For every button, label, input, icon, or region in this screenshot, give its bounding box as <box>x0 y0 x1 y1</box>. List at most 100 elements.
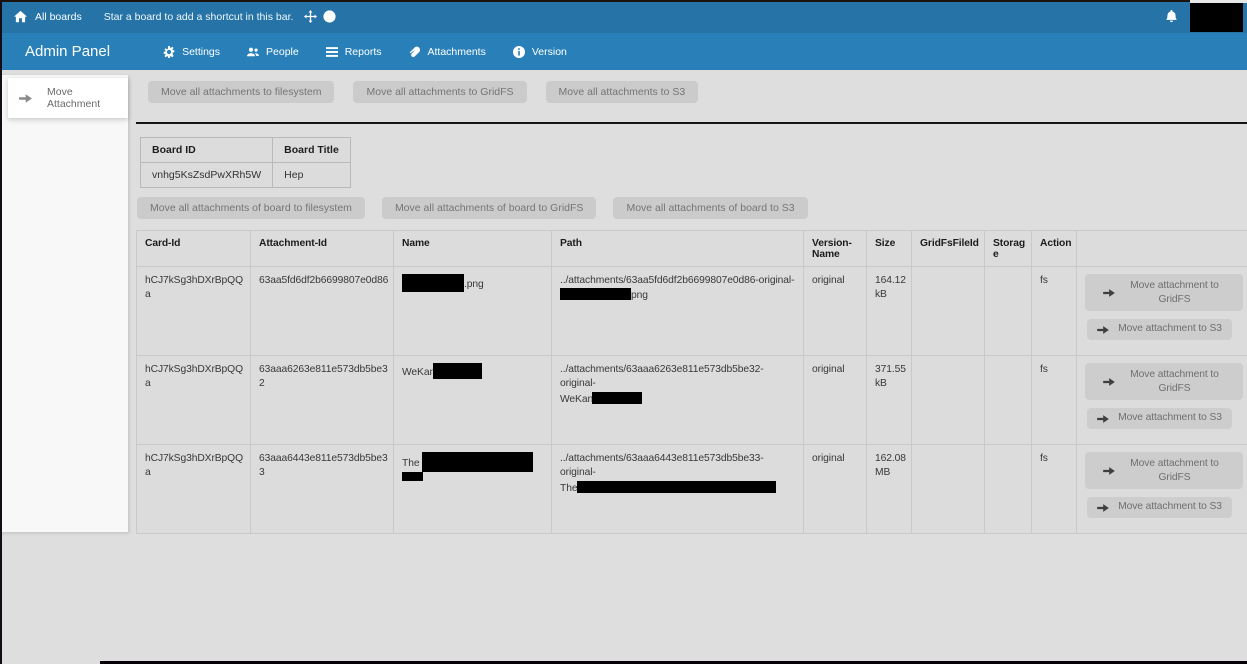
tab-reports[interactable]: Reports <box>326 46 382 58</box>
info-icon <box>513 46 525 58</box>
redacted-path-segment <box>577 481 776 493</box>
version-name-cell: original <box>804 267 867 356</box>
move-attachment-to-s3-button[interactable]: Move attachment to S3 <box>1087 497 1232 518</box>
tab-version[interactable]: Version <box>513 46 567 58</box>
paperclip-icon <box>408 46 420 58</box>
attachment-id-cell: 63aaa6263e811e573db5be32 <box>251 356 394 445</box>
arrow-right-icon <box>1103 466 1115 476</box>
storage-cell <box>985 445 1032 534</box>
name-header: Name <box>394 231 552 267</box>
gridfsfileid-cell <box>912 356 985 445</box>
arrow-right-icon <box>1097 325 1109 335</box>
board-id-header: Board ID <box>141 138 273 163</box>
move-attachment-to-gridfs-button[interactable]: Move attachment to GridFS <box>1085 452 1243 489</box>
storage-cell <box>985 267 1032 356</box>
tab-reports-label: Reports <box>345 46 382 58</box>
action-cell: fs <box>1032 445 1077 534</box>
screen-corner <box>1190 0 1247 3</box>
version-name-header: Version-Name <box>804 231 867 267</box>
redacted-filename <box>433 363 482 379</box>
page-body: Move Attachment Move all attachments to … <box>0 70 1247 601</box>
name-cell: The <box>394 445 552 534</box>
move-all-to-filesystem-button[interactable]: Move all attachments to filesystem <box>148 81 334 103</box>
board-title-header: Board Title <box>273 138 351 163</box>
redacted-filename <box>422 452 533 472</box>
buttons-header <box>1077 231 1247 267</box>
tab-attachments[interactable]: Attachments <box>408 46 485 58</box>
card-id-cell: hCJ7kSg3hDXrBpQQa <box>137 356 251 445</box>
reports-icon <box>326 46 338 58</box>
board-title-cell: Hep <box>273 163 351 188</box>
move-all-to-gridfs-button[interactable]: Move all attachments to GridFS <box>353 81 526 103</box>
move-board-to-s3-button[interactable]: Move all attachments of board to S3 <box>613 197 807 219</box>
board-actions-row: Move all attachments of board to filesys… <box>137 197 1247 219</box>
all-boards-link[interactable]: All boards <box>14 10 82 23</box>
gridfsfileid-cell <box>912 267 985 356</box>
card-id-header: Card-Id <box>137 231 251 267</box>
people-icon <box>247 46 259 58</box>
path-cell: ../attachments/63aaa6263e811e573db5be32-… <box>552 356 804 445</box>
arrow-right-icon <box>1103 288 1115 298</box>
storage-header: Storage <box>985 231 1032 267</box>
version-name-cell: original <box>804 356 867 445</box>
move-all-to-s3-button[interactable]: Move all attachments to S3 <box>546 81 699 103</box>
gear-icon <box>163 46 175 58</box>
tab-version-label: Version <box>532 46 567 58</box>
version-name-cell: original <box>804 445 867 534</box>
card-id-cell: hCJ7kSg3hDXrBpQQa <box>137 445 251 534</box>
move-attachment-to-gridfs-button[interactable]: Move attachment to GridFS <box>1085 274 1243 311</box>
move-attachment-to-s3-button[interactable]: Move attachment to S3 <box>1087 408 1232 429</box>
tab-people-label: People <box>266 46 299 58</box>
redacted-user-menu[interactable] <box>1190 2 1243 32</box>
section-divider <box>136 122 1247 124</box>
arrow-right-icon <box>1103 377 1115 387</box>
page-title: Admin Panel <box>25 43 110 60</box>
size-cell: 371.55 kB <box>867 356 912 445</box>
board-table: Board ID Board Title vnhg5KsZsdPwXRh5W H… <box>140 137 351 188</box>
attachment-id-cell: 63aaa6443e811e573db5be33 <box>251 445 394 534</box>
sidebar: Move Attachment <box>0 70 128 601</box>
redacted-path-segment <box>560 288 631 300</box>
attachment-row: hCJ7kSg3hDXrBpQQa 63aa5fd6df2b6699807e0d… <box>137 267 1247 356</box>
star-board-hint: Star a board to add a shortcut in this b… <box>104 11 294 23</box>
card-id-cell: hCJ7kSg3hDXrBpQQa <box>137 267 251 356</box>
action-header: Action <box>1032 231 1077 267</box>
arrow-right-icon <box>1097 503 1109 513</box>
tab-attachments-label: Attachments <box>427 46 485 58</box>
path-cell: ../attachments/63aaa6443e811e573db5be33-… <box>552 445 804 534</box>
path-header: Path <box>552 231 804 267</box>
home-icon <box>14 10 27 23</box>
size-cell: 164.12 kB <box>867 267 912 356</box>
all-boards-label: All boards <box>35 11 82 23</box>
move-attachment-to-s3-button[interactable]: Move attachment to S3 <box>1087 319 1232 340</box>
tab-settings[interactable]: Settings <box>163 46 220 58</box>
sidebar-panel <box>0 75 128 532</box>
redacted-path-segment <box>592 392 642 404</box>
move-board-to-filesystem-button[interactable]: Move all attachments of board to filesys… <box>137 197 365 219</box>
move-board-to-gridfs-button[interactable]: Move all attachments of board to GridFS <box>382 197 597 219</box>
notifications-bell-icon[interactable] <box>1165 10 1178 23</box>
sidebar-item-move-attachment[interactable]: Move Attachment <box>8 78 128 118</box>
size-header: Size <box>867 231 912 267</box>
name-cell: WeKan <box>394 356 552 445</box>
screen-top-edge <box>0 0 1190 2</box>
move-attachment-to-gridfs-button[interactable]: Move attachment to GridFS <box>1085 363 1243 400</box>
path-cell: ../attachments/63aa5fd6df2b6699807e0d86-… <box>552 267 804 356</box>
move-shortcut-icon[interactable] <box>304 10 317 23</box>
action-cell: fs <box>1032 356 1077 445</box>
attachment-id-header: Attachment-Id <box>251 231 394 267</box>
attachments-table: Card-Id Attachment-Id Name Path Version-… <box>136 230 1247 534</box>
redacted-filename <box>402 274 464 292</box>
board-id-cell: vnhg5KsZsdPwXRh5W <box>141 163 273 188</box>
arrow-right-icon <box>19 93 32 104</box>
arrow-right-icon <box>1097 414 1109 424</box>
row-buttons-cell: Move attachment to GridFS Move attachmen… <box>1077 267 1247 356</box>
attachment-id-cell: 63aa5fd6df2b6699807e0d86 <box>251 267 394 356</box>
board-row: vnhg5KsZsdPwXRh5W Hep <box>141 163 351 188</box>
tab-people[interactable]: People <box>247 46 299 58</box>
size-cell: 162.08 MB <box>867 445 912 534</box>
admin-header-bar: Admin Panel Settings People Reports Atta… <box>0 33 1247 70</box>
global-actions-row: Move all attachments to filesystem Move … <box>148 81 1247 103</box>
attachments-header-row: Card-Id Attachment-Id Name Path Version-… <box>137 231 1247 267</box>
ban-icon[interactable] <box>323 10 336 23</box>
